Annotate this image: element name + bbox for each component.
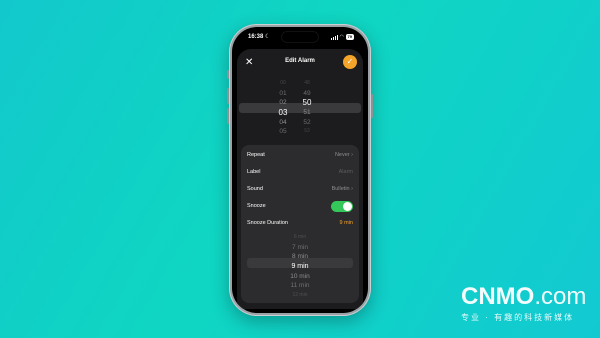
repeat-value: Never › [335,152,353,158]
status-time: 16:38 [248,34,264,40]
hour-option[interactable]: 02 [273,98,293,108]
label-input[interactable]: Alarm [339,169,353,175]
sound-value: Bulletin › [332,186,353,192]
snooze-option[interactable]: 6 min [241,233,359,243]
watermark-suffix: .com [534,283,587,310]
snooze-option[interactable]: 10 min [241,272,359,282]
wifi-icon: ◠ [339,34,344,40]
snooze-option[interactable]: 12 min [241,291,359,301]
status-indicators: ◠ 79 [330,34,354,40]
hour-option[interactable]: 04 [273,118,293,128]
snooze-option[interactable]: 7 min [241,243,359,253]
dynamic-island [282,32,318,42]
minute-option-selected[interactable]: 50 [297,98,317,108]
minute-option[interactable]: 51 [297,108,317,118]
repeat-value-text: Never [334,152,350,158]
minute-option[interactable]: 53 [297,127,317,137]
watermark-logo: CNMO.com [461,285,591,309]
hour-wheel[interactable]: 00 01 02 03 04 05 [273,79,293,137]
toggle-knob [343,202,352,211]
label-row[interactable]: Label Alarm [241,164,359,181]
watermark-brand: CNMO [461,283,535,310]
snooze-duration-value: 9 min [339,220,353,226]
screen: 16:38 ☾ ◠ 79 ✕ Edit Alarm ✓ 00 01 02 03 … [232,27,368,313]
minute-option[interactable]: 49 [297,89,317,99]
action-button [227,70,229,79]
edit-alarm-sheet: ✕ Edit Alarm ✓ 00 01 02 03 04 05 48 49 4… [237,49,363,309]
chevron-right-icon: › [351,186,353,192]
sound-label: Sound [247,186,263,192]
volume-up-button [227,88,229,104]
hour-option[interactable]: 05 [273,127,293,137]
minute-option[interactable]: 48 [297,79,317,89]
sound-row[interactable]: Sound Bulletin › [241,181,359,198]
snooze-wheel[interactable]: 6 min 7 min 8 min 9 min 10 min 11 min 12… [241,233,359,301]
settings-card: Repeat Never › Label Alarm Sound Bulleti… [241,145,359,303]
snooze-option[interactable]: 8 min [241,252,359,262]
snooze-toggle[interactable] [331,201,353,212]
hour-option[interactable]: 00 [273,79,293,89]
sound-value-text: Bulletin [331,186,350,192]
confirm-checkmark-icon[interactable]: ✓ [343,55,357,69]
watermark-tagline: 专业 · 有趣的科技新媒体 [461,313,575,322]
time-picker[interactable]: 00 01 02 03 04 05 48 49 49 50 51 52 53 [237,79,363,137]
phone-frame: 16:38 ☾ ◠ 79 ✕ Edit Alarm ✓ 00 01 02 03 … [227,24,373,316]
snooze-duration-label: Snooze Duration [247,220,288,226]
snooze-option[interactable]: 11 min [241,281,359,291]
chevron-right-icon: › [351,152,353,158]
snooze-row: Snooze [241,198,359,215]
cnmo-watermark: CNMO.com 专业 · 有趣的科技新媒体 [461,285,591,323]
nav-bar: ✕ Edit Alarm ✓ [237,55,363,71]
minute-option[interactable]: 52 [297,118,317,128]
power-button [371,94,373,118]
repeat-row[interactable]: Repeat Never › [241,147,359,164]
hour-option[interactable]: 01 [273,89,293,99]
label-label: Label [247,169,261,175]
snooze-label: Snooze [247,203,266,209]
volume-down-button [227,108,229,124]
snooze-duration-picker[interactable]: 6 min 7 min 8 min 9 min 10 min 11 min 12… [241,233,359,298]
snooze-duration-row[interactable]: Snooze Duration 9 min [241,215,359,232]
battery-icon: 79 [345,34,354,40]
hour-option-selected[interactable]: 03 [273,108,293,118]
repeat-label: Repeat [247,152,265,158]
focus-moon-icon: ☾ [265,34,271,40]
minute-wheel[interactable]: 48 49 49 50 51 52 53 [297,79,317,137]
snooze-option-selected[interactable]: 9 min [241,262,359,272]
cellular-signal-icon [330,34,338,40]
